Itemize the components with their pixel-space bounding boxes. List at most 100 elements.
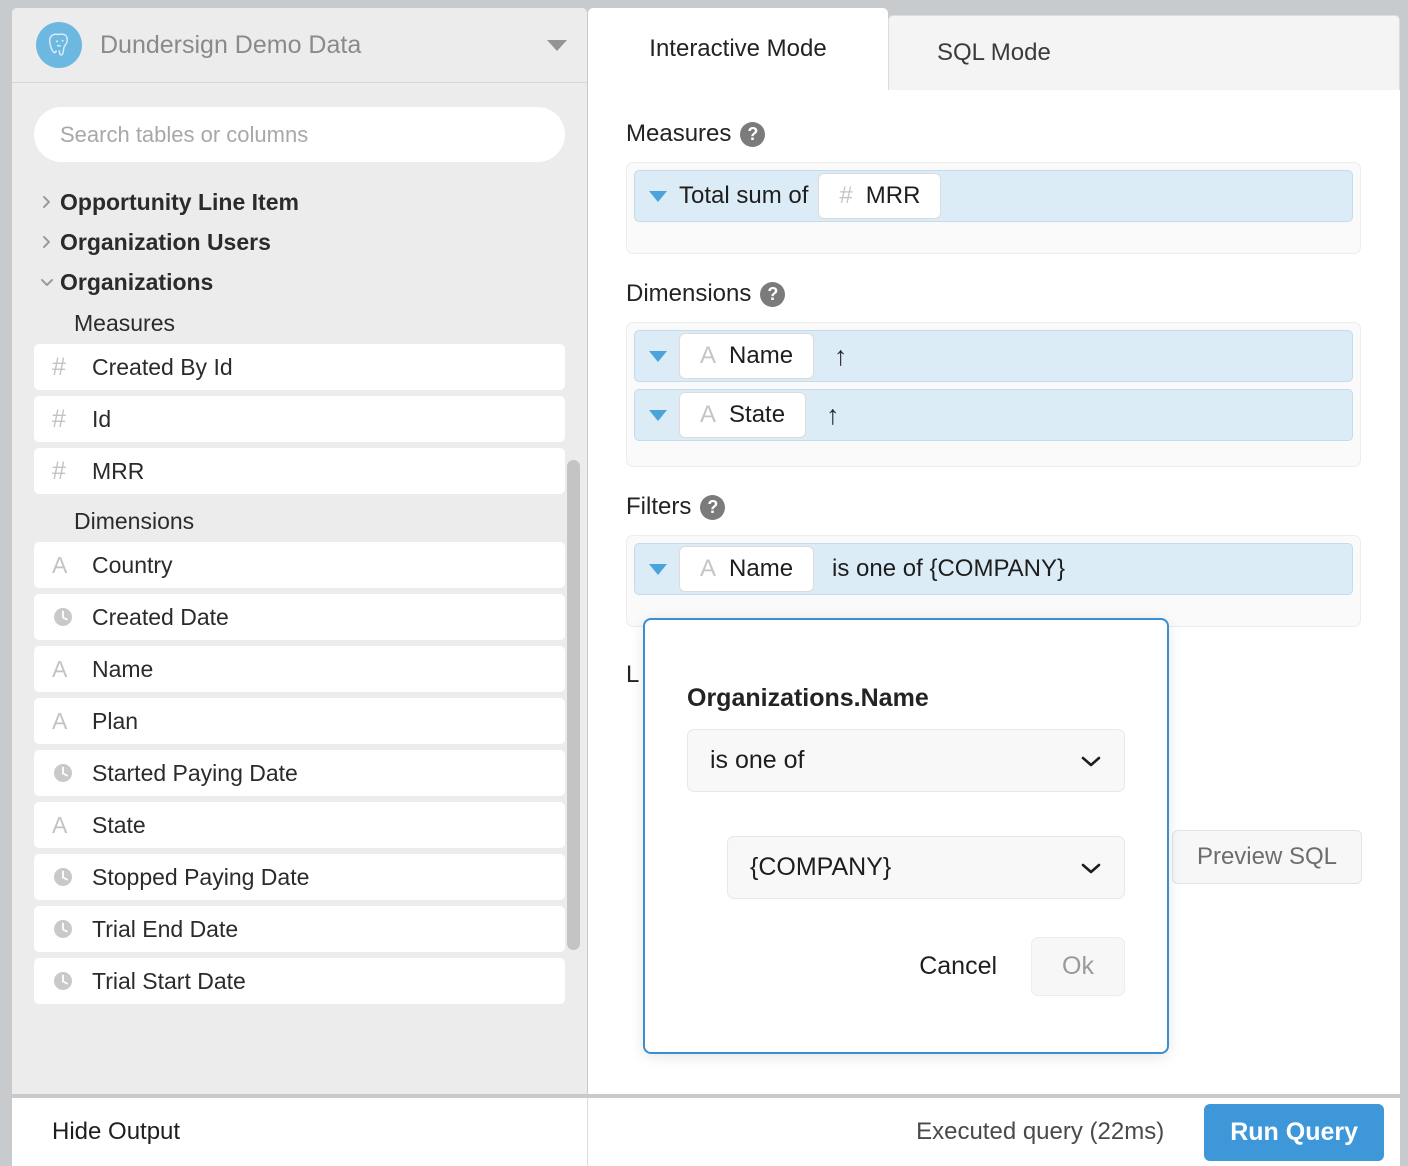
field-started-paying-date[interactable]: Started Paying Date [34, 750, 565, 796]
preview-sql-button[interactable]: Preview SQL [1171, 830, 1362, 884]
postgresql-elephant-icon [36, 22, 82, 68]
modal-actions: Cancel Ok [687, 937, 1125, 996]
field-trial-start-date[interactable]: Trial Start Date [34, 958, 565, 1004]
database-name: Dundersign Demo Data [100, 30, 362, 59]
letter-a-icon: A [700, 342, 717, 369]
chevron-down-icon [1080, 754, 1102, 768]
filter-field-pill[interactable]: A Name [679, 546, 815, 592]
question-mark-icon[interactable]: ? [700, 494, 726, 520]
chevron-right-icon[interactable] [34, 233, 60, 251]
group-label-dimensions: Dimensions [74, 507, 195, 534]
dimension-chip-state[interactable]: A State ↑ [634, 389, 1353, 441]
dimension-field-label: Name [729, 342, 794, 369]
hash-icon: # [839, 182, 853, 209]
dimension-field-pill[interactable]: A State [679, 392, 807, 438]
chevron-down-icon[interactable] [547, 39, 567, 51]
letter-a-icon: A [52, 551, 68, 578]
field-stopped-paying-date[interactable]: Stopped Paying Date [34, 854, 565, 900]
search-input[interactable] [34, 107, 565, 162]
tab-label: Interactive Mode [649, 35, 827, 62]
filter-editor-modal: Organizations.Name is one of {COMPANY} C… [643, 618, 1169, 1054]
hash-icon: # [52, 404, 66, 433]
schema-tree: Opportunity Line Item Organization Users… [12, 176, 587, 1076]
letter-a-icon: A [52, 655, 68, 682]
filter-expression[interactable]: is one of {COMPANY} [832, 555, 1065, 583]
dimensions-drop-zone[interactable]: A Name ↑ A State ↑ [626, 322, 1361, 467]
cancel-button[interactable]: Cancel [897, 938, 1019, 995]
tab-sql-mode[interactable]: SQL Mode [888, 15, 1400, 90]
modal-title: Organizations.Name [687, 684, 929, 712]
tree-item-organization-users[interactable]: Organization Users [34, 222, 565, 262]
measures-section-label: Measures ? [626, 120, 1400, 148]
field-label: Trial Start Date [92, 967, 246, 994]
hash-icon: # [52, 352, 66, 381]
question-mark-icon[interactable]: ? [760, 281, 786, 307]
field-label: State [92, 811, 146, 838]
filters-section-label: Filters ? [626, 493, 1400, 521]
database-selector[interactable]: Dundersign Demo Data [12, 8, 587, 83]
chevron-right-icon[interactable] [34, 193, 60, 211]
field-plan[interactable]: A Plan [34, 698, 565, 744]
ok-button[interactable]: Ok [1031, 937, 1125, 996]
field-trial-end-date[interactable]: Trial End Date [34, 906, 565, 952]
sort-ascending-icon[interactable]: ↑ [834, 341, 848, 372]
caret-down-icon[interactable] [649, 409, 667, 421]
field-created-date[interactable]: Created Date [34, 594, 565, 640]
field-label: Created By Id [92, 353, 233, 380]
filters-drop-zone[interactable]: A Name is one of {COMPANY} [626, 535, 1361, 627]
field-state[interactable]: A State [34, 802, 565, 848]
caret-down-icon[interactable] [649, 563, 667, 575]
bottom-bar-divider [587, 1098, 588, 1166]
clock-icon [52, 762, 86, 784]
tree-item-opportunity-line-item[interactable]: Opportunity Line Item [34, 182, 565, 222]
measure-chip-mrr[interactable]: Total sum of # MRR [634, 170, 1353, 222]
dimensions-label: Dimensions [626, 280, 752, 307]
caret-down-icon[interactable] [649, 190, 667, 202]
field-mrr[interactable]: # MRR [34, 448, 565, 494]
group-label-measures: Measures [74, 309, 175, 336]
tab-interactive-mode[interactable]: Interactive Mode [588, 8, 888, 90]
run-query-button[interactable]: Run Query [1204, 1103, 1384, 1161]
clock-icon [52, 866, 86, 888]
field-name[interactable]: A Name [34, 646, 565, 692]
measure-field-label: MRR [865, 182, 921, 209]
query-status-text: Executed query (22ms) [916, 1118, 1165, 1145]
tree-item-label: Organization Users [60, 228, 271, 255]
chevron-down-icon[interactable] [34, 273, 60, 291]
tree-item-label: Opportunity Line Item [60, 188, 299, 215]
search-container [12, 83, 587, 176]
measures-drop-zone[interactable]: Total sum of # MRR [626, 162, 1361, 254]
filter-operator-select[interactable]: is one of [687, 729, 1125, 792]
field-label: Country [92, 551, 173, 578]
tree-item-label: Organizations [60, 268, 214, 295]
field-country[interactable]: A Country [34, 542, 565, 588]
dimension-field-pill[interactable]: A Name [679, 333, 815, 379]
caret-down-icon[interactable] [649, 350, 667, 362]
field-label: Stopped Paying Date [92, 863, 310, 890]
field-label: Name [92, 655, 154, 682]
filter-field-label: Name [729, 555, 794, 582]
filter-operator-value: is one of [710, 746, 805, 774]
tree-item-organizations[interactable]: Organizations [34, 262, 565, 302]
filter-value-select[interactable]: {COMPANY} [727, 836, 1125, 899]
measures-label: Measures [626, 120, 732, 147]
filters-label: Filters [626, 493, 692, 520]
field-id[interactable]: # Id [34, 396, 565, 442]
field-label: Trial End Date [92, 915, 239, 942]
chevron-down-icon [1080, 861, 1102, 875]
sort-ascending-icon[interactable]: ↑ [826, 400, 840, 431]
measure-field-pill[interactable]: # MRR [818, 173, 942, 219]
dimension-chip-name[interactable]: A Name ↑ [634, 330, 1353, 382]
field-label: MRR [92, 457, 145, 484]
field-created-by-id[interactable]: # Created By Id [34, 344, 565, 390]
measure-aggregation: Total sum of [679, 182, 809, 209]
field-label: Started Paying Date [92, 759, 298, 786]
hide-output-button[interactable]: Hide Output [52, 1118, 180, 1146]
tab-label: SQL Mode [937, 39, 1051, 66]
question-mark-icon[interactable]: ? [740, 121, 766, 147]
sidebar-scrollbar-thumb[interactable] [567, 460, 580, 950]
field-label: Id [92, 405, 112, 432]
bottom-bar: Hide Output Executed query (22ms) Run Qu… [12, 1098, 1400, 1166]
filter-chip-name[interactable]: A Name is one of {COMPANY} [634, 543, 1353, 595]
clock-icon [52, 970, 86, 992]
